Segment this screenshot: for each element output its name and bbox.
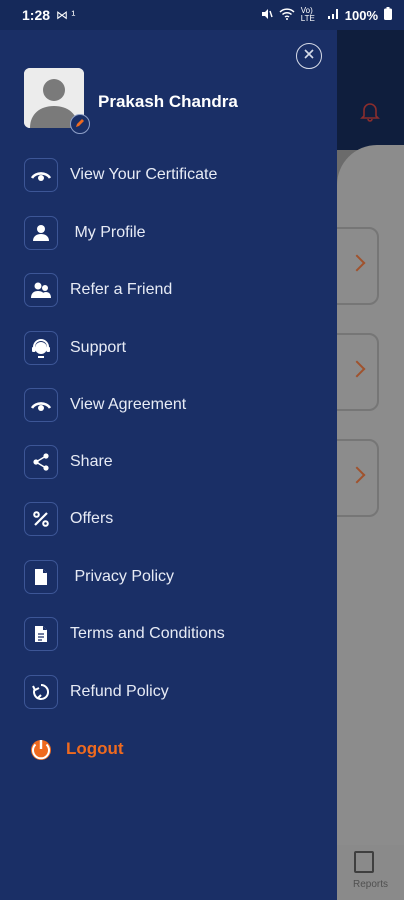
reports-label: Reports <box>352 879 388 890</box>
menu-item-offers[interactable]: Offers <box>24 501 324 537</box>
status-time: 1:28 <box>22 7 51 23</box>
wifi-icon <box>279 7 295 23</box>
headset-icon <box>24 331 58 365</box>
menu-item-my-profile[interactable]: My Profile <box>24 215 324 251</box>
menu-item-label: Support <box>70 339 127 356</box>
menu-item-refund-policy[interactable]: Refund Policy <box>24 674 324 710</box>
close-icon <box>303 47 315 65</box>
people-icon <box>24 273 58 307</box>
chevron-right-icon <box>348 466 366 484</box>
menu-item-label: Privacy Policy <box>70 568 175 585</box>
share-icon <box>24 445 58 479</box>
menu-item-label: View Your Certificate <box>70 166 218 183</box>
edit-avatar-button[interactable] <box>70 114 90 134</box>
menu-item-share[interactable]: Share <box>24 444 324 480</box>
menu-item-label: View Agreement <box>70 396 187 413</box>
user-name: Prakash Chandra <box>98 92 238 111</box>
menu-item-label: My Profile <box>70 224 146 241</box>
chevron-right-icon <box>348 254 366 272</box>
menu-item-refer-friend[interactable]: Refer a Friend <box>24 272 324 308</box>
battery-icon <box>384 7 392 23</box>
menu-item-label: Refer a Friend <box>70 281 173 298</box>
pencil-icon <box>75 115 85 133</box>
person-icon <box>24 216 58 250</box>
eye-icon <box>24 158 58 192</box>
menu-item-label: Terms and Conditions <box>70 625 225 642</box>
background-bottom-nav: Reports <box>337 845 404 900</box>
logout-label: Logout <box>66 739 124 758</box>
menu-item-view-agreement[interactable]: View Agreement <box>24 387 324 423</box>
menu-item-label: Offers <box>70 510 114 527</box>
menu-item-label: Refund Policy <box>70 683 169 700</box>
menu-item-label: Share <box>70 453 113 470</box>
menu-item-support[interactable]: Support <box>24 330 324 366</box>
network-type: Vo) LTE <box>300 6 315 23</box>
power-icon <box>24 732 58 766</box>
document-lines-icon <box>24 617 58 651</box>
logout-button[interactable]: Logout <box>24 731 324 767</box>
battery-percent: 100% <box>344 7 378 23</box>
background-header <box>337 30 404 150</box>
percent-icon <box>24 502 58 536</box>
mute-icon <box>261 8 273 23</box>
eye-icon <box>24 388 58 422</box>
close-button[interactable] <box>296 43 322 69</box>
signal-icon <box>327 8 339 23</box>
menu-item-privacy-policy[interactable]: Privacy Policy <box>24 559 324 595</box>
reports-icon[interactable] <box>354 851 374 873</box>
chevron-right-icon <box>348 360 366 378</box>
bell-icon[interactable] <box>359 100 381 122</box>
status-notification-icons: ⋈ ¹ <box>56 8 76 22</box>
menu-item-terms-conditions[interactable]: Terms and Conditions <box>24 616 324 652</box>
status-bar: 1:28 ⋈ ¹ Vo) LTE 100% <box>0 0 404 30</box>
menu-item-view-certificate[interactable]: View Your Certificate <box>24 157 324 193</box>
document-icon <box>24 560 58 594</box>
navigation-drawer: Prakash Chandra View Your Certificate My… <box>0 30 337 900</box>
status-right: Vo) LTE 100% <box>261 7 392 23</box>
refund-icon <box>24 675 58 709</box>
background-body <box>327 145 404 845</box>
background-app[interactable]: Reports <box>327 0 404 900</box>
